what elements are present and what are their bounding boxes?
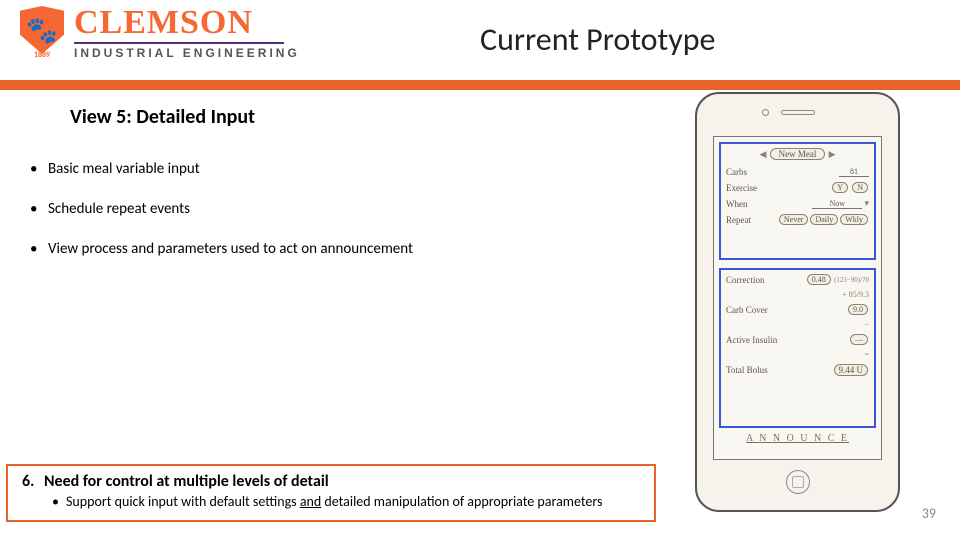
callout-sub-post: detailed manipulation of appropriate par…	[321, 493, 602, 510]
sketch-row: Active Insulin —	[726, 334, 869, 345]
callout-box: 6.Need for control at multiple levels of…	[6, 464, 656, 523]
sketch-note: (123−90)/70	[834, 276, 869, 284]
callout-sublist: Support quick input with default setting…	[22, 493, 642, 511]
bullet-item: Basic meal variable input	[30, 160, 590, 178]
sketch-value: N	[852, 182, 868, 193]
bullet-list: Basic meal variable input Schedule repea…	[30, 160, 590, 280]
sketch-value: Now	[812, 199, 862, 209]
callout-sub-and: and	[300, 493, 321, 510]
bullet-item: View process and parameters used to act …	[30, 240, 590, 258]
sketch-label: When	[726, 199, 748, 209]
slide-title: Current Prototype	[480, 20, 715, 59]
phone-speaker-icon	[781, 110, 815, 115]
sketch-value: Y	[832, 182, 848, 193]
paw-glyph-icon: 🐾	[26, 17, 58, 43]
sketch-row: Repeat NeverDailyWkly	[726, 214, 869, 225]
sketch-input-block: ◀ New Meal ▶ Carbs 81 Exercise Y N	[719, 142, 876, 260]
sketch-value: —	[850, 334, 868, 345]
sketch-title-pill: New Meal	[770, 148, 826, 160]
callout-sub-pre: Support quick input with default setting…	[66, 493, 300, 510]
sketch-label: Carb Cover	[726, 305, 768, 315]
bullet-item: Schedule repeat events	[30, 200, 590, 218]
sketch-value: Wkly	[840, 214, 868, 225]
callout-heading: 6.Need for control at multiple levels of…	[22, 472, 642, 491]
sketch-row: Exercise Y N	[726, 182, 869, 193]
sketch-row: When Now ▾	[726, 198, 869, 209]
announce-label: A N N O U N C E	[714, 433, 881, 444]
university-name: CLEMSON	[74, 8, 300, 39]
header-logo: 🐾 1889 CLEMSON INDUSTRIAL ENGINEERING	[18, 6, 300, 62]
phone-screen: ◀ New Meal ▶ Carbs 81 Exercise Y N	[713, 136, 882, 460]
accent-bar	[0, 80, 960, 90]
sketch-label: Repeat	[726, 215, 751, 225]
sketch-calc-block: Correction 0.48 (123−90)/70 + 85/9.3 Car…	[719, 268, 876, 428]
sketch-label: Total Bolus	[726, 365, 768, 375]
sketch-value: Daily	[810, 214, 838, 225]
clemson-paw-badge: 🐾 1889	[18, 6, 66, 62]
department-name: INDUSTRIAL ENGINEERING	[74, 46, 300, 60]
sketch-label: Carbs	[726, 167, 747, 177]
phone-camera-icon	[762, 109, 769, 116]
sketch-row: Carb Cover 9.0	[726, 304, 869, 315]
sketch-value: 9.44 U	[834, 364, 869, 376]
callout-sub-item: Support quick input with default setting…	[52, 493, 642, 511]
sketch-value: 0.48	[807, 274, 831, 285]
sketch-label: Exercise	[726, 183, 757, 193]
wordmark-divider	[74, 42, 284, 44]
paw-shield-icon: 🐾	[20, 6, 64, 54]
phone-home-button-icon	[786, 470, 810, 494]
sketch-row: Correction 0.48 (123−90)/70	[726, 274, 869, 285]
phone-sketch: ◀ New Meal ▶ Carbs 81 Exercise Y N	[695, 92, 900, 512]
callout-number: 6.	[22, 472, 44, 491]
sketch-value: 81	[839, 167, 869, 177]
wordmark: CLEMSON INDUSTRIAL ENGINEERING	[74, 8, 300, 61]
sketch-row: Total Bolus 9.44 U	[726, 364, 869, 376]
slide: 🐾 1889 CLEMSON INDUSTRIAL ENGINEERING Cu…	[0, 0, 960, 540]
sketch-label: Correction	[726, 275, 765, 285]
sketch-value: 9.0	[848, 304, 868, 315]
sketch-row: Carbs 81	[726, 166, 869, 177]
sketch-op: −	[726, 320, 869, 329]
sketch-op: =	[726, 350, 869, 359]
sketch-value: Never	[779, 214, 809, 225]
callout-heading-text: Need for control at multiple levels of d…	[44, 472, 329, 491]
sketch-title-row: ◀ New Meal ▶	[726, 148, 869, 160]
sketch-label: Active Insulin	[726, 335, 777, 345]
sketch-op: + 85/9.3	[726, 290, 869, 299]
section-title: View 5: Detailed Input	[70, 105, 255, 129]
page-number: 39	[922, 505, 936, 522]
